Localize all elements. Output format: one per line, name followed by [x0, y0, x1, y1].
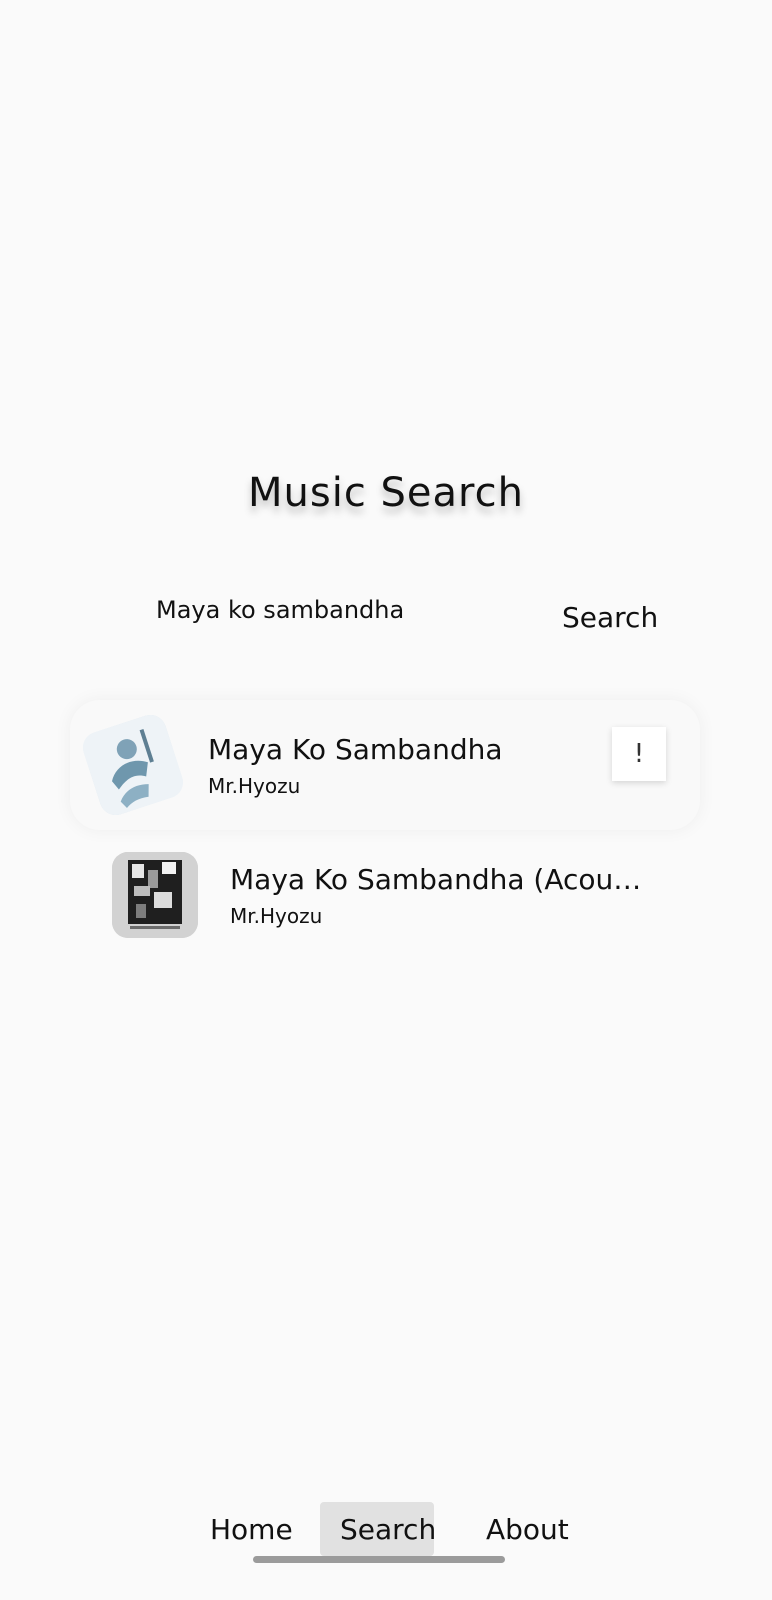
search-button[interactable]: Search: [562, 592, 658, 642]
page-title: Music Search: [248, 470, 524, 516]
album-art-silhouette-icon: [78, 710, 188, 820]
track-title: Maya Ko Sambandha: [208, 732, 503, 766]
search-input[interactable]: [148, 585, 524, 635]
nav-home[interactable]: Home: [190, 1502, 313, 1556]
album-art-photo-icon: [112, 852, 198, 938]
home-indicator[interactable]: [253, 1556, 505, 1563]
nav-about[interactable]: About: [466, 1502, 589, 1556]
result-item[interactable]: Maya Ko Sambandha Mr.Hyozu !: [70, 700, 700, 830]
result-item[interactable]: Maya Ko Sambandha (Acoustic Intro... Mr.…: [92, 830, 722, 960]
bottom-navigation: Home Search About: [0, 1502, 772, 1558]
track-title: Maya Ko Sambandha (Acoustic Intro...: [230, 862, 650, 896]
nav-search[interactable]: Search: [320, 1502, 436, 1556]
track-artist: Mr.Hyozu: [230, 903, 323, 928]
track-info: Maya Ko Sambandha (Acoustic Intro... Mr.…: [230, 863, 722, 928]
more-options-button[interactable]: !: [612, 727, 666, 781]
